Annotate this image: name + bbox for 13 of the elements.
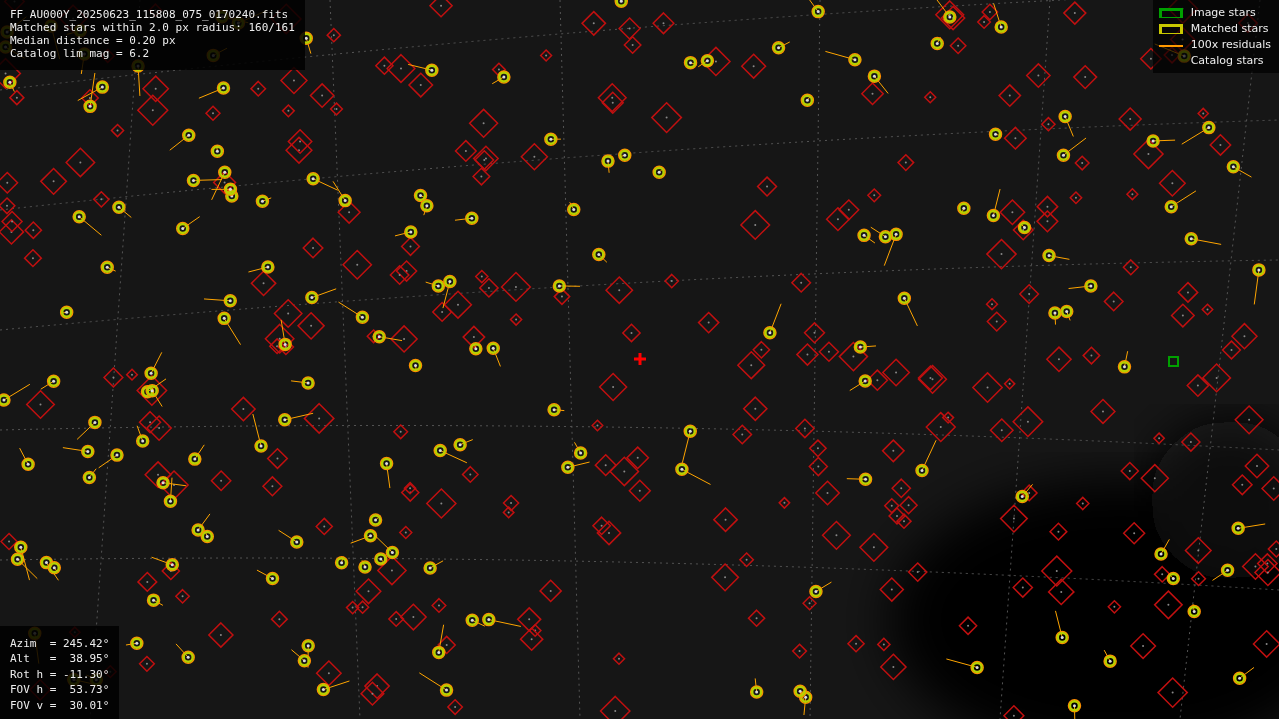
info-line: FOV v = 30.01° — [10, 697, 110, 713]
info-line: Median distance = 0.20 px — [10, 34, 177, 47]
info-line: Catalog lim mag = 6.2 — [10, 47, 151, 60]
info-line: FF_AU000Y_20250623_115808_075_0170240.fits — [10, 8, 290, 21]
info-line: Alt = 38.95° — [10, 651, 110, 667]
legend-label: Image stars — [1190, 4, 1256, 21]
info-line: Matched stars within 2.0 px radius: 160/161 — [10, 21, 295, 34]
info-line: Azim = 245.42° — [10, 635, 110, 651]
legend-label: Matched stars — [1190, 20, 1269, 37]
info-line: Rot h = -11.30° — [10, 666, 110, 682]
legend-label: 100x residuals — [1190, 36, 1271, 53]
info-line: FOV h = 53.73° — [10, 682, 110, 698]
legend-label: Catalog stars — [1190, 52, 1264, 69]
